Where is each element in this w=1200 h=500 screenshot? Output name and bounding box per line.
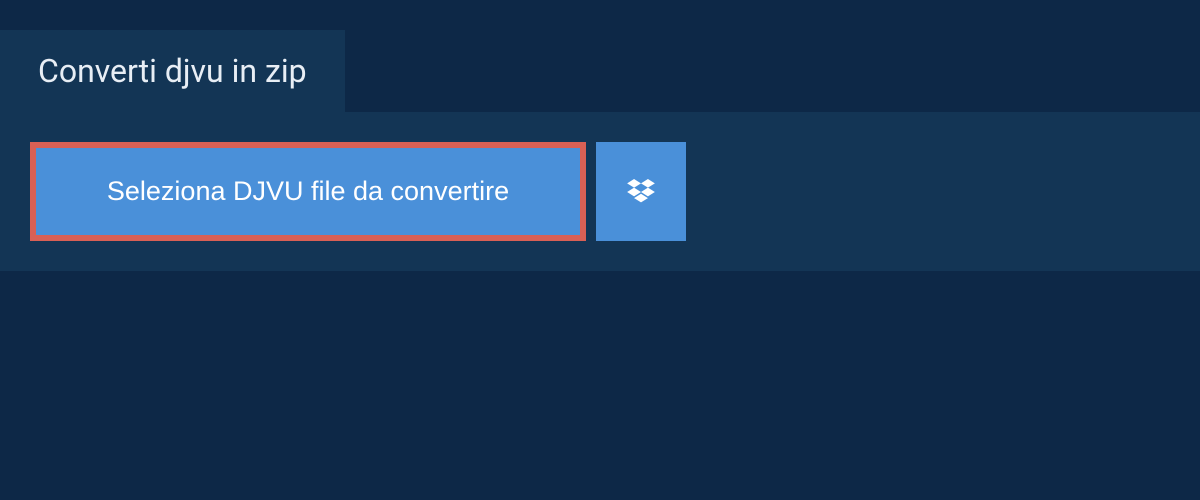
active-tab: Converti djvu in zip — [0, 30, 345, 112]
upload-panel: Seleziona DJVU file da convertire — [0, 112, 1200, 271]
dropbox-icon — [627, 179, 655, 205]
page-title: Converti djvu in zip — [38, 52, 307, 90]
footer-area — [0, 271, 1200, 471]
dropbox-button[interactable] — [596, 142, 686, 241]
select-file-button[interactable]: Seleziona DJVU file da convertire — [30, 142, 586, 241]
select-file-button-label: Seleziona DJVU file da convertire — [107, 176, 509, 207]
button-row: Seleziona DJVU file da convertire — [30, 142, 1170, 241]
